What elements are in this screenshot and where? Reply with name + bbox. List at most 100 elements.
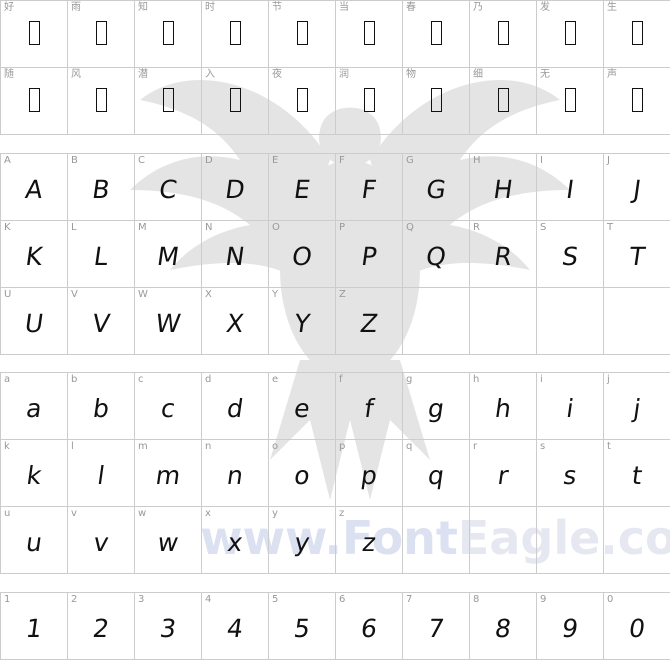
glyph-label: 好 [4, 2, 14, 13]
glyph-cell: 物 [403, 68, 470, 135]
tofu-box-icon [163, 21, 174, 45]
glyph-label: n [205, 441, 212, 452]
glyph-label: U [4, 289, 12, 300]
glyph-label: 无 [540, 69, 550, 80]
glyph-label: o [272, 441, 279, 452]
glyph-label: 入 [205, 69, 215, 80]
glyph-cell: 随 [1, 68, 68, 135]
glyph-cell: 入 [202, 68, 269, 135]
glyph-label: 1 [4, 594, 11, 605]
glyph-cell: XX [202, 288, 269, 355]
glyph-sample: r [495, 461, 511, 490]
glyph-sample: o [292, 461, 312, 490]
glyph-sample: e [292, 394, 312, 423]
glyph-cell: xx [202, 507, 269, 574]
glyph-sample: Y [292, 309, 312, 338]
glyph-cell: 99 [537, 593, 604, 660]
glyph-sample: a [24, 394, 44, 423]
glyph-cell [604, 507, 670, 574]
glyph-sample: 9 [560, 614, 581, 643]
tofu-box-icon [297, 21, 308, 45]
glyph-label: 0 [607, 594, 614, 605]
tofu-box-icon [163, 88, 174, 112]
glyph-label: b [71, 374, 78, 385]
glyph-sample: Q [424, 242, 448, 271]
glyph-sample: 0 [627, 614, 648, 643]
glyph-cell: 77 [403, 593, 470, 660]
glyph-cell: nn [202, 440, 269, 507]
glyph-sample: v [91, 528, 111, 557]
glyph-cell: FF [336, 154, 403, 221]
glyph-cell: ww [135, 507, 202, 574]
glyph-label: T [607, 222, 614, 233]
glyph-label: D [205, 155, 213, 166]
glyph-label: 细 [473, 69, 483, 80]
glyph-label: G [406, 155, 414, 166]
glyph-label: C [138, 155, 145, 166]
glyph-label: p [339, 441, 346, 452]
glyph-label: 当 [339, 2, 349, 13]
glyph-sample: f [362, 394, 376, 423]
glyph-sample: N [223, 242, 247, 271]
glyph-label: 春 [406, 2, 416, 13]
glyph-label: 2 [71, 594, 78, 605]
glyph-cell: ZZ [336, 288, 403, 355]
tofu-box-icon [297, 88, 308, 112]
glyph-sample: A [23, 175, 45, 204]
glyph-label: k [4, 441, 10, 452]
glyph-sample: s [561, 461, 579, 490]
glyph-cell: NN [202, 221, 269, 288]
glyph-label: F [339, 155, 345, 166]
glyph-label: s [540, 441, 546, 452]
glyph-label: l [71, 441, 74, 452]
glyph-sample: i [564, 394, 576, 423]
glyph-cell: LL [68, 221, 135, 288]
glyph-sample: R [492, 242, 514, 271]
glyph-sample: t [630, 461, 645, 490]
glyph-cell: HH [470, 154, 537, 221]
glyph-label: 润 [339, 69, 349, 80]
glyph-label: S [540, 222, 547, 233]
glyph-sample: O [290, 242, 314, 271]
glyph-sample: m [153, 461, 183, 490]
glyph-sample: h [493, 394, 514, 423]
glyph-label: 5 [272, 594, 279, 605]
glyph-sample: p [359, 461, 380, 490]
glyph-label: P [339, 222, 346, 233]
glyph-sample: V [90, 309, 112, 338]
glyph-label: A [4, 155, 11, 166]
glyph-sample: 7 [426, 614, 447, 643]
tofu-box-icon [29, 21, 40, 45]
glyph-cell: 当 [336, 1, 403, 68]
glyph-label: d [205, 374, 212, 385]
glyph-cell: 22 [68, 593, 135, 660]
glyph-sample: u [24, 528, 45, 557]
glyph-label: Q [406, 222, 414, 233]
glyph-cell: CC [135, 154, 202, 221]
glyph-cell: 润 [336, 68, 403, 135]
glyph-cell: gg [403, 373, 470, 440]
glyph-cell: 11 [1, 593, 68, 660]
glyph-cell: ll [68, 440, 135, 507]
glyph-cell: GG [403, 154, 470, 221]
glyph-cell [403, 507, 470, 574]
glyph-label: t [607, 441, 611, 452]
glyph-sample: F [359, 175, 379, 204]
glyph-cell [537, 507, 604, 574]
tofu-box-icon [632, 88, 643, 112]
tofu-box-icon [230, 21, 241, 45]
tofu-box-icon [29, 88, 40, 112]
glyph-label: a [4, 374, 11, 385]
glyph-label: N [205, 222, 213, 233]
glyph-cell: vv [68, 507, 135, 574]
glyph-cell: MM [135, 221, 202, 288]
lowercase-glyph-grid: aabbccddeeffgghhiijjkkllmmnnooppqqrrsstt… [0, 372, 670, 574]
glyph-label: 风 [71, 69, 81, 80]
glyph-sample: d [225, 394, 246, 423]
glyph-sample: 8 [493, 614, 514, 643]
glyph-label: h [473, 374, 480, 385]
tofu-box-icon [230, 88, 241, 112]
glyph-cell: BB [68, 154, 135, 221]
glyph-cell: 好 [1, 1, 68, 68]
glyph-label: w [138, 508, 147, 519]
